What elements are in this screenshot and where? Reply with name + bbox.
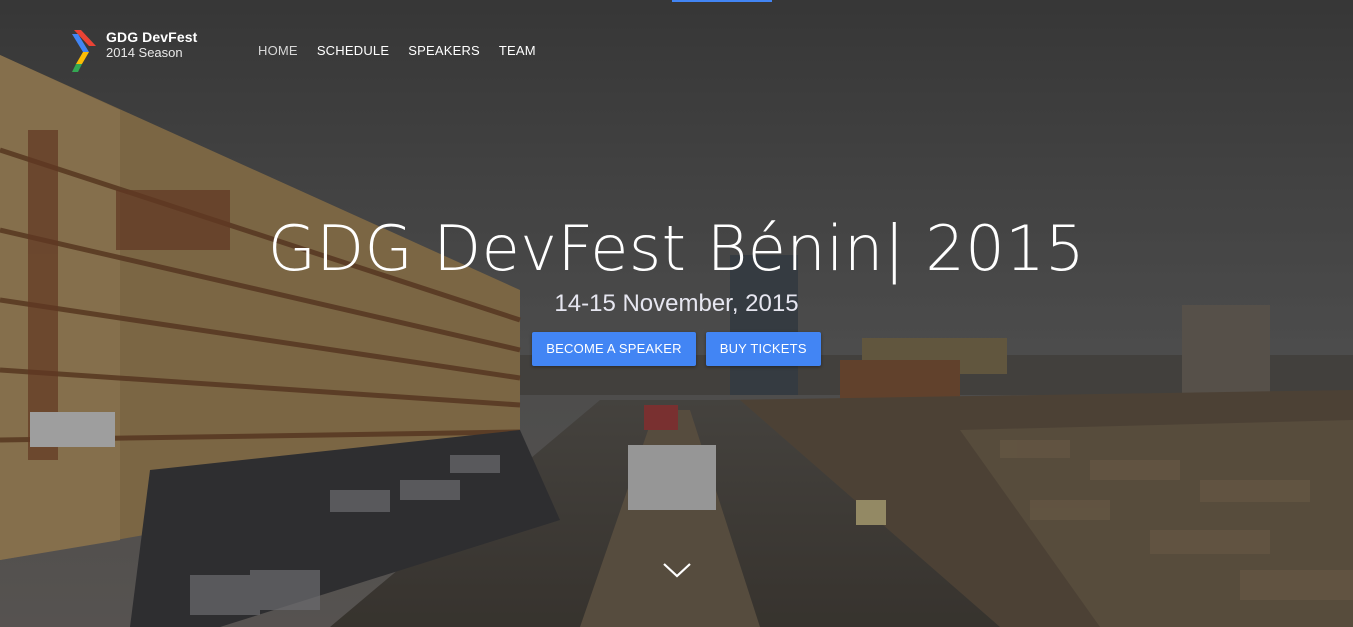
nav-item-speakers[interactable]: SPEAKERS <box>408 43 480 58</box>
nav-item-team[interactable]: TEAM <box>499 43 536 58</box>
become-a-speaker-button[interactable]: BECOME A SPEAKER <box>532 332 696 366</box>
call-to-action-buttons: BECOME A SPEAKER BUY TICKETS <box>0 332 1353 366</box>
hero-title: GDG DevFest Bénin| 2015 <box>267 212 1086 285</box>
gdg-chevron-logo-icon <box>72 30 96 72</box>
logo-title: GDG DevFest <box>106 29 198 45</box>
chevron-down-icon[interactable] <box>662 560 692 580</box>
top-navigation-bar: GDG DevFest 2014 Season HOME SCHEDULE SP… <box>0 0 1353 100</box>
nav-item-schedule[interactable]: SCHEDULE <box>317 43 389 58</box>
logo-subtitle: 2014 Season <box>106 45 183 60</box>
gdg-devfest-logo[interactable]: GDG DevFest 2014 Season <box>72 30 197 74</box>
buy-tickets-button[interactable]: BUY TICKETS <box>705 332 821 366</box>
top-accent-bar <box>672 0 772 2</box>
nav-item-home[interactable]: HOME <box>258 43 298 58</box>
event-date: 14-15 November, 2015 <box>554 290 799 317</box>
main-nav: HOME SCHEDULE SPEAKERS TEAM <box>258 43 555 58</box>
